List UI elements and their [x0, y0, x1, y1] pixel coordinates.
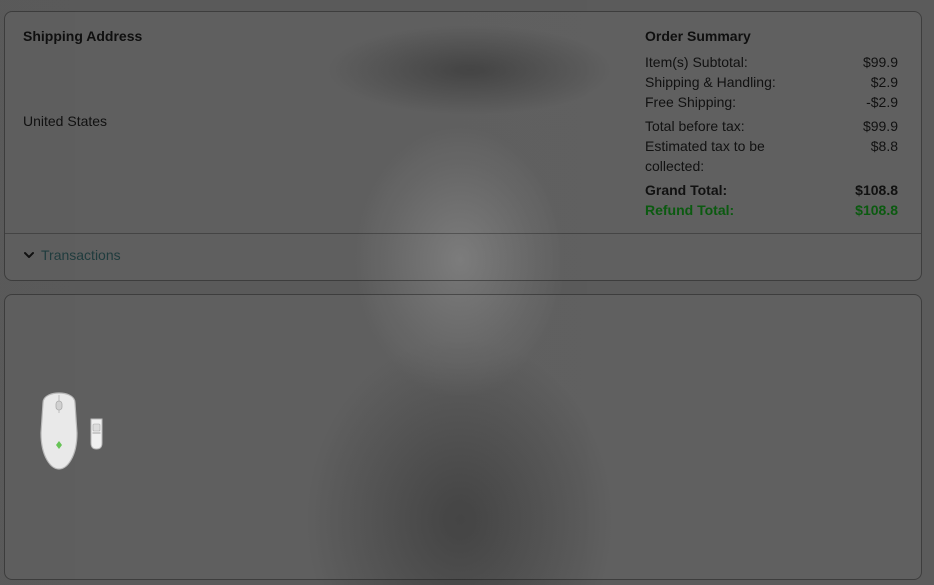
- chevron-down-icon: [23, 249, 35, 261]
- section-divider: [5, 233, 921, 234]
- shipping-address-title: Shipping Address: [23, 28, 143, 44]
- summary-row-grand-total: Grand Total: $108.8: [645, 180, 898, 200]
- product-thumbnail-icon[interactable]: [35, 391, 115, 471]
- summary-row-free-shipping: Free Shipping: -$2.9: [645, 92, 898, 112]
- summary-value: $108.8: [855, 202, 898, 218]
- summary-value: $8.8: [870, 138, 898, 154]
- summary-value: $99.9: [862, 118, 898, 134]
- summary-value: $99.9: [862, 54, 898, 70]
- transactions-toggle[interactable]: Transactions: [23, 247, 121, 263]
- summary-row-shipping: Shipping & Handling: $2.9: [645, 72, 898, 92]
- summary-label: Free Shipping:: [645, 94, 737, 110]
- order-details-card: Shipping Address United States Order Sum…: [4, 11, 922, 281]
- summary-label: Estimated tax to be collected:: [645, 138, 765, 174]
- order-summary-section: Order Summary Item(s) Subtotal: $99.9 Sh…: [645, 28, 898, 220]
- summary-value: -$2.9: [866, 94, 898, 110]
- summary-label: Total before tax:: [645, 118, 745, 134]
- summary-row-refund-total: Refund Total: $108.8: [645, 200, 898, 220]
- shipping-address-section: Shipping Address United States: [23, 28, 283, 129]
- summary-label: Grand Total:: [645, 182, 728, 198]
- summary-value: $108.8: [855, 182, 898, 198]
- summary-row-items-subtotal: Item(s) Subtotal: $99.9: [645, 52, 898, 72]
- summary-label: Refund Total:: [645, 202, 735, 218]
- order-summary-title: Order Summary: [645, 28, 751, 44]
- order-item-card: [4, 294, 922, 580]
- summary-label: Shipping & Handling:: [645, 74, 776, 90]
- transactions-label: Transactions: [41, 247, 121, 263]
- summary-label: Item(s) Subtotal:: [645, 54, 748, 70]
- summary-row-estimated-tax: Estimated tax to be collected: $8.8: [645, 136, 898, 176]
- shipping-country: United States: [23, 113, 108, 129]
- summary-value: $2.9: [870, 74, 898, 90]
- summary-row-total-before-tax: Total before tax: $99.9: [645, 116, 898, 136]
